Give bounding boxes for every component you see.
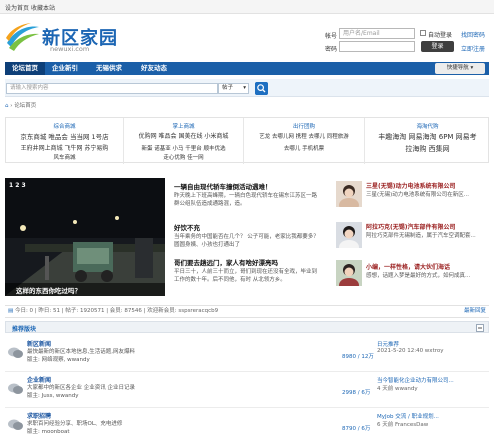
slideshow-caption[interactable]: 这样的东西你吃过吗？ xyxy=(5,283,165,296)
ad-link-row[interactable]: 去哪儿 手机机票 xyxy=(244,144,364,154)
forum-desc: 求职百问经验分享、职场OL、充电进修 xyxy=(27,421,123,427)
ad-link-row[interactable]: 拉海购 西集网 xyxy=(365,144,490,154)
breadcrumb-home[interactable]: 论坛首页 xyxy=(14,103,36,109)
search-type-select[interactable]: 帖子 ▾ xyxy=(218,83,249,94)
forum-row[interactable]: 求职招聘 求职百问经验分享、职场OL、充电进修 版主: moonboat 879… xyxy=(5,409,489,444)
forum-stats-text: 今日: 0 | 昨日: 51 | 帖子: 1920571 | 会员: 87546… xyxy=(14,308,219,314)
breadcrumb: ⌂ › 论坛首页 xyxy=(5,103,37,109)
search-input[interactable]: 请输入搜索内容 xyxy=(6,83,218,94)
ad-column-title: 综合商城 xyxy=(53,124,76,130)
forum-desc: 大家都中的新区各企业 企业资讯 企业日记录 xyxy=(27,385,135,391)
ad-column-mobile: 掌上商城 优购网 唯品会 国美在线 小米商城 新蛋 诺基亚 小马 千里台 顺丰优… xyxy=(124,118,244,164)
news-item[interactable]: 好饮不充 当年乘务的中国能否在几个？ 公子可能，老家比我都要多？ 圆圆身姨、小孩… xyxy=(174,222,322,252)
company-news-item[interactable]: 小编，一样性格，请大伙们海话 感想，话题入梦是最好的方式，如何成真... xyxy=(366,262,482,292)
news-thumbnail[interactable] xyxy=(336,222,362,248)
forum-last-post[interactable]: 日元推荐 xyxy=(377,340,487,348)
slideshow-image[interactable] xyxy=(5,178,165,296)
ad-link-row[interactable]: 京东商城 唯品会 当当网 1号店 xyxy=(6,132,123,142)
search-type-value: 帖子 xyxy=(222,85,234,91)
account-label: 帐号 xyxy=(325,33,338,40)
ad-link-row[interactable]: 风车商城 xyxy=(6,153,123,163)
nav-friends[interactable]: 好友动态 xyxy=(141,62,167,75)
nav-enterprise[interactable]: 企业新引 xyxy=(52,62,78,75)
forum-moderators: 版主: 网络观察, wwandy xyxy=(27,357,90,363)
register-link[interactable]: 立即注册 xyxy=(461,44,485,53)
forum-last-post[interactable]: 当今智能化企业动力有限公司... xyxy=(377,376,487,384)
forum-post-count: 2998 / 6万 xyxy=(342,390,371,396)
forum-last-post-meta: 6 天前 FrancesDaw xyxy=(377,422,429,428)
login-button[interactable]: 登录 xyxy=(421,41,454,52)
forum-row[interactable]: 企业新闻 大家都中的新区各企业 企业资讯 企业日记录 版主: Juss, wwa… xyxy=(5,373,489,408)
nav-supply[interactable]: 无锡供求 xyxy=(96,62,122,75)
forum-row[interactable]: 新区新闻 最快最新的新区本地信息,生活话题,网友爆料 版主: 网络观察, wwa… xyxy=(5,337,489,372)
ad-column-title: 海淘代购 xyxy=(416,124,439,130)
remember-checkbox[interactable] xyxy=(420,30,426,36)
news-thumbnail[interactable] xyxy=(336,260,362,286)
ad-link-row[interactable]: 走心优购 佳一网 xyxy=(124,153,243,163)
ad-link-row[interactable]: 优购网 唯品会 国美在线 小米商城 xyxy=(124,132,243,142)
quick-nav-label: 快捷导航 xyxy=(446,65,469,71)
remember-label: 自动登录 xyxy=(428,32,453,39)
ad-column-travel: 出行团购 艺龙 去哪儿网 携程 去哪儿 同程旅游 去哪儿 手机机票 xyxy=(244,118,365,164)
site-domain: newuxi.com xyxy=(50,45,90,53)
account-input[interactable]: 用户名/Email xyxy=(339,28,415,39)
logo-icon[interactable] xyxy=(5,21,41,53)
news-title[interactable]: 哥们要去趟远门，家人有啥好漂亮吗 xyxy=(174,257,322,267)
forum-desc: 最快最新的新区本地信息,生活话题,网友爆料 xyxy=(27,349,135,355)
quick-nav-button[interactable]: 快捷导航 ▾ xyxy=(435,63,485,74)
news-item[interactable]: 哥们要去趟远门，家人有啥好漂亮吗 平日三十，人前三十而立，哥们到现在还没有全戏，… xyxy=(174,257,322,295)
password-label: 密码 xyxy=(325,46,338,53)
set-homepage-link[interactable]: 设为首页 xyxy=(5,3,29,12)
stats-icon: ▤ xyxy=(8,308,14,314)
forum-bubble-icon xyxy=(8,383,23,394)
forgot-password-link[interactable]: 找回密码 xyxy=(461,30,485,39)
news-desc: 平日三十，人前三十而立，哥们到现在还没有全戏，毕业到工作的数十年。后不同他，有时… xyxy=(174,269,318,283)
forum-last-post-meta: 2021-5-20 12:40 wxtroy xyxy=(377,348,444,354)
top-bar: 设为首页 收藏本站 xyxy=(0,0,494,14)
forum-moderators: 版主: moonboat xyxy=(27,429,70,435)
ad-link-row[interactable]: 艺龙 去哪儿网 携程 去哪儿 同程旅游 xyxy=(244,132,364,142)
forum-moderators: 版主: Juss, wwandy xyxy=(27,393,79,399)
latest-replies-link[interactable]: 最新回复 xyxy=(464,306,486,317)
chevron-down-icon: ▾ xyxy=(243,85,246,91)
news-item[interactable]: 一辆自由现代轿车撞倒活动遇难！ 昨天晚上下班高峰期，一辆白色现代轿车在锡东江苏区… xyxy=(174,181,322,219)
company-news-desc: 阿拉巧克部件无锡制造，属于汽车空调配套... xyxy=(366,233,476,239)
forum-last-post[interactable]: MyJob 交流 / 职业规划... xyxy=(377,412,487,420)
ad-column-title: 出行团购 xyxy=(292,124,315,130)
forum-post-count: 8790 / 6万 xyxy=(342,426,371,432)
company-news-item[interactable]: 阿拉巧克(无锡)汽车部件有限公司 阿拉巧克部件无锡制造，属于汽车空调配套... xyxy=(366,222,482,250)
collapse-icon[interactable] xyxy=(476,324,484,332)
company-news-desc: 三星(无锡)动力电池系统有限公司在新区... xyxy=(366,192,470,198)
news-title[interactable]: 好饮不充 xyxy=(174,222,322,232)
shopping-links-panel: 综合商城 京东商城 唯品会 当当网 1号店 王府井网上商城 飞牛网 苏宁易购 风… xyxy=(5,117,490,164)
news-title[interactable]: 一辆自由现代轿车撞倒活动遇难！ xyxy=(174,181,322,191)
company-news-desc: 感想，话题入梦是最好的方式，如何成真... xyxy=(366,273,471,279)
home-icon[interactable]: ⌂ xyxy=(5,103,9,109)
ad-column-title: 掌上商城 xyxy=(172,124,195,130)
forum-post-count: 8980 / 12万 xyxy=(342,354,374,360)
nav-home[interactable]: 论坛首页 xyxy=(5,62,45,75)
slideshow-pager[interactable]: 1 2 3 xyxy=(9,182,26,189)
search-icon[interactable] xyxy=(255,82,268,95)
ad-column-mall: 综合商城 京东商城 唯品会 当当网 1号店 王府井网上商城 飞牛网 苏宁易购 风… xyxy=(6,118,124,164)
company-news-title[interactable]: 三星(无锡)动力电池系统有限公司 xyxy=(366,181,482,190)
forum-section-header: 推荐版块 xyxy=(5,321,489,333)
main-nav: 论坛首页 企业新引 无锡供求 好友动态 快捷导航 ▾ xyxy=(5,62,489,75)
company-news-title[interactable]: 小编，一样性格，请大伙们海话 xyxy=(366,262,482,271)
forum-section-title: 推荐版块 xyxy=(12,326,37,333)
news-desc: 昨天晚上下班高峰期，一辆白色现代轿车在锡东江苏区一路群公组队伍造成通路混，造。 xyxy=(174,193,318,207)
company-news-item[interactable]: 三星(无锡)动力电池系统有限公司 三星(无锡)动力电池系统有限公司在新区... xyxy=(366,181,482,209)
forum-bubble-icon xyxy=(8,419,23,430)
news-thumbnail[interactable] xyxy=(336,181,362,207)
forum-last-post-meta: 4 天前 wwandy xyxy=(377,386,418,392)
forum-bubble-icon xyxy=(8,347,23,358)
ad-link-row[interactable]: 丰趣海淘 网易海淘 6PM 网易考 xyxy=(365,132,490,142)
forum-stats-bar: ▤ 今日: 0 | 昨日: 51 | 帖子: 1920571 | 会员: 875… xyxy=(5,305,489,318)
company-news-title[interactable]: 阿拉巧克(无锡)汽车部件有限公司 xyxy=(366,222,482,231)
password-input[interactable] xyxy=(339,41,415,52)
news-desc: 当年乘务的中国能否在几个？ 公子可能，老家比我都要多？ 圆圆身姨、小孩也打通出了 xyxy=(174,234,319,248)
ad-column-overseas: 海淘代购 丰趣海淘 网易海淘 6PM 网易考 拉海购 西集网 xyxy=(365,118,490,164)
add-favorite-link[interactable]: 收藏本站 xyxy=(31,3,55,12)
